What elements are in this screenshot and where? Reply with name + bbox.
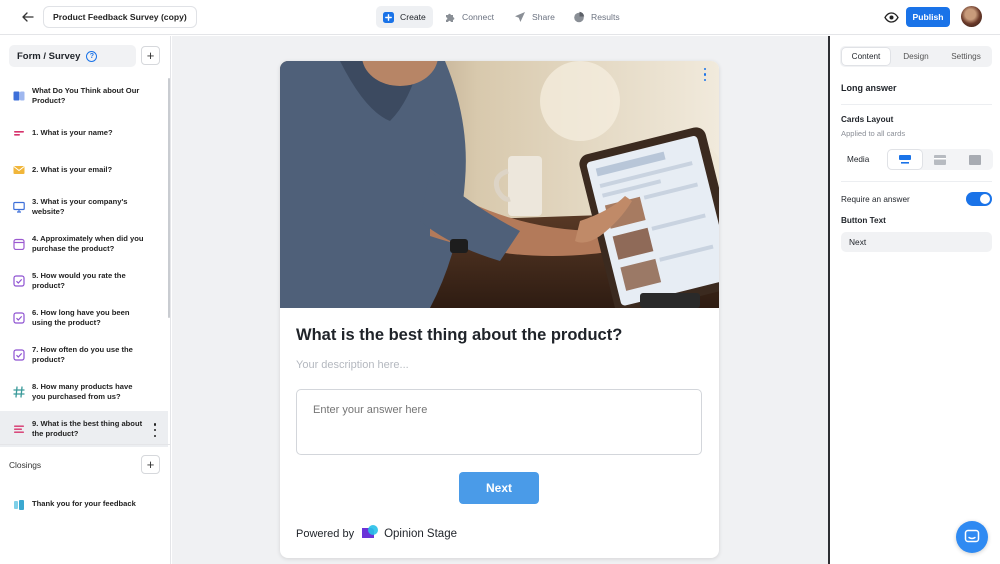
- layout-full-icon[interactable]: [958, 150, 992, 169]
- panel-tabs: Content Design Settings: [840, 46, 992, 67]
- next-button[interactable]: Next: [459, 472, 539, 504]
- list-item[interactable]: 4. Approximately when did you purchase t…: [0, 226, 168, 262]
- tab-connect-label: Connect: [462, 12, 495, 22]
- closings-label: Closings: [9, 460, 42, 470]
- monitor-icon: [13, 201, 25, 213]
- tab-share-label: Share: [532, 12, 555, 22]
- tab-settings[interactable]: Settings: [942, 48, 990, 65]
- preview-eye-icon[interactable]: [882, 8, 900, 26]
- tab-create[interactable]: Create: [376, 6, 433, 28]
- list-item[interactable]: 3. What is your company's website?: [0, 189, 168, 225]
- tab-results[interactable]: Results: [566, 6, 627, 28]
- list-item[interactable]: What Do You Think about Our Product?: [0, 77, 168, 115]
- list-item-selected[interactable]: 9. What is the best thing about the prod…: [0, 411, 168, 447]
- puzzle-icon: [444, 11, 456, 23]
- editor-canvas: What is the best thing about the product…: [172, 36, 828, 564]
- closing-icon: [13, 499, 25, 511]
- panel-divider: [841, 181, 992, 182]
- survey-title[interactable]: Product Feedback Survey (copy): [43, 6, 197, 28]
- list-item[interactable]: 1. What is your name?: [0, 115, 168, 151]
- cards-layout-sub: Applied to all cards: [841, 129, 906, 138]
- button-text-input[interactable]: [841, 232, 992, 252]
- list-item-label: 6. How long have you been using the prod…: [32, 308, 130, 327]
- sidebar-scrollbar[interactable]: [168, 78, 170, 318]
- list-item[interactable]: 8. How many products have you purchased …: [0, 374, 168, 410]
- opinion-stage-logo-icon: [360, 524, 379, 543]
- checkbox-icon: [13, 349, 25, 361]
- powered-by-label: Powered by: [296, 527, 355, 540]
- list-item-label: 1. What is your name?: [32, 128, 113, 138]
- avatar[interactable]: [961, 6, 982, 27]
- closing-item-label: Thank you for your feedback: [32, 499, 136, 508]
- short-text-icon: [13, 127, 25, 139]
- media-label: Media: [847, 155, 870, 164]
- cards-layout-label: Cards Layout: [841, 115, 894, 124]
- form-survey-label: Form / Survey: [17, 50, 81, 62]
- checkbox-icon: [13, 275, 25, 287]
- question-cover-image[interactable]: [280, 61, 719, 308]
- answer-field[interactable]: [296, 389, 702, 455]
- pie-chart-icon: [573, 11, 585, 23]
- question-title[interactable]: What is the best thing about the product…: [296, 326, 622, 345]
- media-layout-row: Media: [841, 149, 993, 171]
- list-item[interactable]: 7. How often do you use the product?: [0, 337, 168, 373]
- question-card: What is the best thing about the product…: [280, 61, 719, 558]
- create-plus-icon: [383, 11, 394, 23]
- properties-panel: Content Design Settings Long answer Card…: [828, 36, 1000, 564]
- calendar-icon: [13, 238, 25, 250]
- powered-by[interactable]: Powered by Opinion Stage: [296, 524, 457, 543]
- question-type-label: Long answer: [841, 83, 897, 93]
- question-description[interactable]: Your description here...: [296, 359, 409, 371]
- require-answer-toggle[interactable]: [966, 192, 992, 206]
- back-arrow-icon[interactable]: [18, 8, 38, 26]
- add-closing-button[interactable]: +: [141, 455, 160, 474]
- cover-icon: [13, 90, 25, 102]
- question-sidebar: Form / Survey ? + What Do You Think abou…: [0, 36, 171, 564]
- help-icon[interactable]: ?: [86, 50, 98, 62]
- more-options-icon[interactable]: [151, 423, 159, 437]
- list-item-label: 3. What is your company's website?: [32, 197, 128, 216]
- add-question-button[interactable]: +: [141, 46, 160, 65]
- closing-item[interactable]: Thank you for your feedback: [0, 494, 168, 516]
- brand-name: Opinion Stage: [384, 527, 457, 540]
- list-item-label: What Do You Think about Our Product?: [32, 86, 140, 105]
- require-answer-label: Require an answer: [841, 195, 910, 204]
- long-text-icon: [13, 423, 25, 435]
- tab-share[interactable]: Share: [507, 6, 562, 28]
- media-options: [887, 149, 993, 170]
- list-item[interactable]: 2. What is your email?: [0, 152, 168, 188]
- list-item-label: 2. What is your email?: [32, 165, 113, 175]
- hash-icon: [13, 386, 25, 398]
- tab-content[interactable]: Content: [842, 48, 890, 65]
- layout-top-icon[interactable]: [888, 150, 922, 169]
- chat-support-icon[interactable]: [956, 521, 988, 553]
- card-options-icon[interactable]: [701, 68, 709, 81]
- sidebar-divider: [0, 444, 170, 445]
- panel-divider: [841, 104, 992, 105]
- tab-results-label: Results: [591, 12, 620, 22]
- list-item[interactable]: 5. How would you rate the product?: [0, 263, 168, 299]
- list-item-label: 4. Approximately when did you purchase t…: [32, 234, 144, 253]
- tab-design[interactable]: Design: [892, 48, 940, 65]
- button-text-label: Button Text: [841, 216, 886, 225]
- list-item-label: 9. What is the best thing about the prod…: [32, 419, 143, 438]
- send-icon: [514, 11, 526, 23]
- list-item-label: 7. How often do you use the product?: [32, 345, 133, 364]
- list-item-label: 5. How would you rate the product?: [32, 271, 126, 290]
- top-bar: Product Feedback Survey (copy) Create Co…: [0, 0, 1000, 35]
- list-item[interactable]: 6. How long have you been using the prod…: [0, 300, 168, 336]
- tab-create-label: Create: [400, 12, 426, 22]
- list-item-label: 8. How many products have you purchased …: [32, 382, 133, 401]
- envelope-icon: [13, 164, 25, 176]
- tab-connect[interactable]: Connect: [437, 6, 501, 28]
- form-survey-header[interactable]: Form / Survey ?: [9, 45, 136, 67]
- checkbox-icon: [13, 312, 25, 324]
- publish-button[interactable]: Publish: [906, 7, 950, 27]
- layout-background-icon[interactable]: [923, 150, 957, 169]
